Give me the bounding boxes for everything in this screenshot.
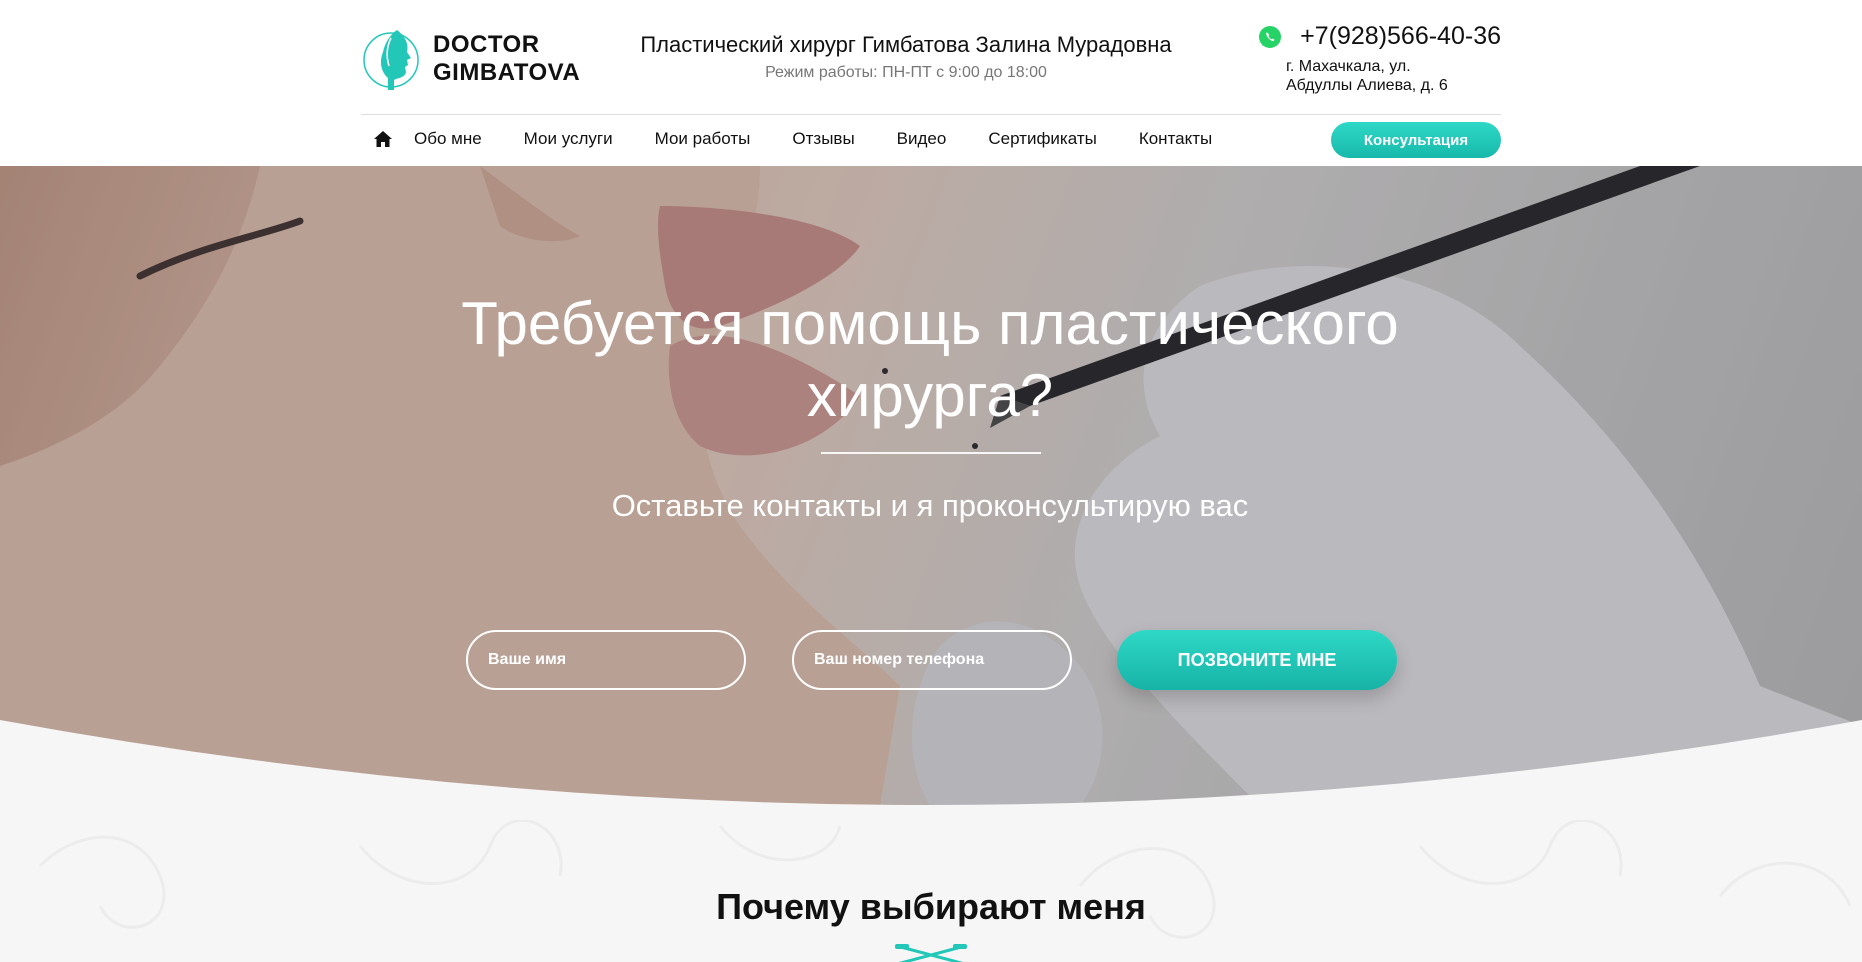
hero-section: Требуется помощь пластического хирурга? …: [0, 166, 1862, 806]
hero-subtitle: Оставьте контакты и я проконсультирую ва…: [611, 488, 1249, 523]
nav-item-about[interactable]: Обо мне: [414, 129, 482, 149]
work-hours: Режим работы: ПН-ПТ с 9:00 до 18:00: [765, 64, 1047, 81]
address: г. Махачкала, ул. Абдуллы Алиева, д. 6: [1286, 57, 1501, 95]
doctor-title: Пластический хирург Гимбатова Залина Мур…: [640, 32, 1172, 57]
ornament-pattern: [38, 818, 1852, 939]
header-container: DOCTOR GIMBATOVA Пластический хирург Гим…: [361, 0, 1501, 166]
site-header: DOCTOR GIMBATOVA Пластический хирург Гим…: [0, 0, 1862, 166]
logo-line-1: DOCTOR: [433, 31, 540, 58]
call-me-button[interactable]: ПОЗВОНИТЕ МНЕ: [1117, 630, 1397, 690]
home-icon[interactable]: [373, 130, 393, 148]
phone-link[interactable]: +7(928)566-40-36: [1300, 22, 1501, 51]
nav-item-video[interactable]: Видео: [897, 129, 947, 149]
hero-curve-divider: [0, 720, 1862, 820]
hero-content: Требуется помощь пластического хирурга? …: [0, 166, 1862, 806]
doctor-info: Пластический хирург Гимбатова Залина Мур…: [616, 30, 1196, 82]
why-section: Почему выбирают меня: [0, 806, 1862, 962]
main-nav: Обо мне Мои услуги Мои работы Отзывы Вид…: [361, 118, 1501, 160]
nav-item-reviews[interactable]: Отзывы: [792, 129, 854, 149]
phone-row: +7(928)566-40-36: [1241, 22, 1501, 51]
consultation-button[interactable]: Консультация: [1331, 122, 1501, 158]
nav-item-certificates[interactable]: Сертификаты: [988, 129, 1096, 149]
address-line-1: г. Махачкала, ул.: [1286, 58, 1411, 75]
logo-line-2: GIMBATOVA: [433, 59, 581, 86]
nav-item-works[interactable]: Мои работы: [655, 129, 751, 149]
why-title: Почему выбирают меня: [716, 886, 1146, 927]
face-profile-logo-icon: [363, 30, 419, 90]
nav-item-contacts[interactable]: Контакты: [1139, 129, 1212, 149]
address-line-2: Абдуллы Алиева, д. 6: [1286, 77, 1448, 94]
whatsapp-icon[interactable]: [1258, 25, 1282, 49]
logo[interactable]: DOCTOR GIMBATOVA: [361, 24, 580, 94]
name-input[interactable]: [466, 630, 746, 690]
hero-divider: [821, 452, 1041, 454]
nav-item-services[interactable]: Мои услуги: [524, 129, 613, 149]
hero-title: Требуется помощь пластического хирурга?: [461, 290, 1399, 429]
phone-input[interactable]: [792, 630, 1072, 690]
header-divider: [361, 114, 1501, 115]
header-contacts: +7(928)566-40-36 г. Махачкала, ул. Абдул…: [1241, 22, 1501, 95]
scalpel-icon: [895, 944, 967, 962]
logo-text: DOCTOR GIMBATOVA: [433, 31, 580, 87]
